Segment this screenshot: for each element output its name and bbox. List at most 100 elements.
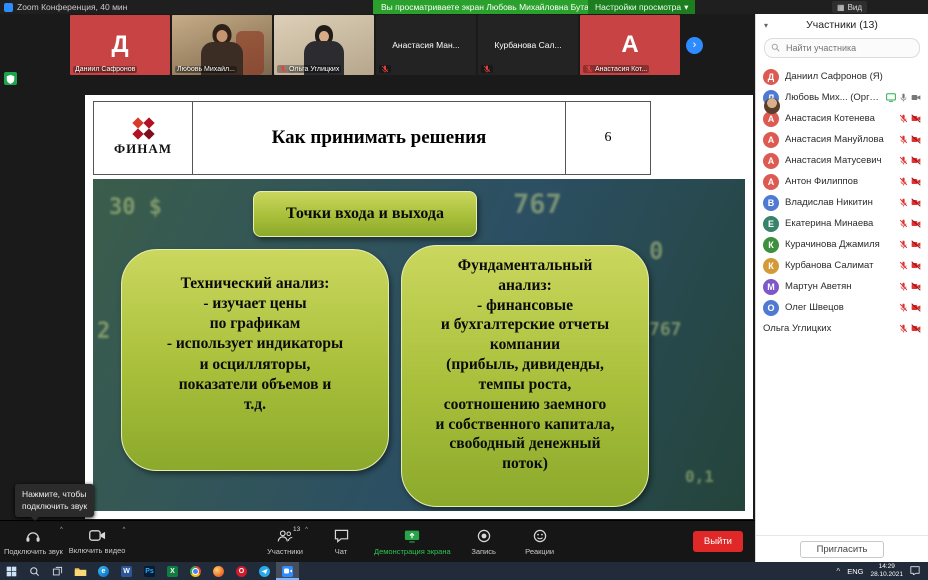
participant-row[interactable]: ООлег Швецов <box>763 297 921 318</box>
ticker-number: 2 <box>97 319 110 344</box>
start-button[interactable] <box>0 562 23 580</box>
photoshop-icon[interactable]: Ps <box>138 562 161 580</box>
view-button[interactable]: ▦ Вид <box>832 1 867 13</box>
chevron-up-icon[interactable]: ^ <box>60 527 63 533</box>
mic-status-icon <box>899 110 908 128</box>
chevron-up-icon[interactable]: ^ <box>305 527 308 533</box>
notification-center-icon[interactable] <box>910 565 920 577</box>
mic-status-icon <box>899 320 908 338</box>
firefox-icon[interactable] <box>207 562 230 580</box>
participant-name: Екатерина Минаева <box>785 218 893 229</box>
tray-chevron-up-icon[interactable]: ^ <box>836 567 840 576</box>
record-button[interactable]: Запись <box>461 521 507 563</box>
participant-row[interactable]: ДДаниил Сафронов (Я) <box>763 66 921 87</box>
taskbar-icons: eWPsX O <box>0 562 299 580</box>
participant-search-input[interactable] <box>784 42 908 54</box>
system-tray: ^ ENG 14:29 28.10.2021 <box>836 563 928 579</box>
participant-name: Даниил Сафронов (Я) <box>785 71 915 82</box>
participant-name: Даниил Сафронов <box>73 66 137 73</box>
start-video-button[interactable]: Включить видео ^ <box>69 521 126 563</box>
participant-row[interactable]: ААнастасия Котенева <box>763 108 921 129</box>
participant-name: Анастасия Матусевич <box>785 155 893 166</box>
word-icon[interactable]: W <box>115 562 138 580</box>
video-tile[interactable]: Любовь Михайл... <box>172 15 272 75</box>
participant-name: Ольга Углицких <box>277 65 341 73</box>
participants-panel-footer: Пригласить <box>756 535 928 562</box>
avatar: А <box>763 153 779 169</box>
video-tile[interactable]: Ольга Углицких <box>274 15 374 75</box>
chevron-up-icon[interactable]: ^ <box>123 527 126 533</box>
participant-row[interactable]: ММартун Аветян <box>763 276 921 297</box>
slide-page-number: 6 <box>565 102 650 174</box>
file-explorer-icon[interactable] <box>69 562 92 580</box>
edge-icon[interactable]: e <box>92 562 115 580</box>
avatar: К <box>763 237 779 253</box>
share-screen-button[interactable]: Демонстрация экрана <box>374 521 451 563</box>
camera-status-icon <box>911 215 921 233</box>
next-participants-button[interactable]: › <box>686 37 703 54</box>
chrome-icon[interactable] <box>184 562 207 580</box>
participants-list: ДДаниил Сафронов (Я)ЛЛюбовь Мих... (Орга… <box>756 64 928 535</box>
participant-status-icons <box>899 131 921 149</box>
ticker-number: 0 <box>649 237 663 265</box>
video-tile[interactable]: ДДаниил Сафронов <box>70 15 170 75</box>
record-icon <box>477 529 491 545</box>
search-icon <box>771 39 780 57</box>
participant-status-icons <box>886 89 921 107</box>
windows-taskbar: eWPsX O ^ ENG 14:29 28.10.2021 <box>0 562 928 580</box>
participant-name: Антон Филиппов <box>785 176 893 187</box>
zoom-taskbar-icon[interactable] <box>276 562 299 580</box>
participant-row[interactable]: А Анастасия Матусевич <box>763 150 921 171</box>
excel-icon[interactable]: X <box>161 562 184 580</box>
mic-status-icon <box>899 194 908 212</box>
chat-label: Чат <box>335 547 347 556</box>
task-view-icon[interactable] <box>46 562 69 580</box>
video-tile[interactable]: ААнастасия Кот... <box>580 15 680 75</box>
chat-button[interactable]: Чат <box>318 521 364 563</box>
participant-status-icons <box>899 278 921 296</box>
avatar: К <box>763 258 779 274</box>
ticker-number: 767 <box>513 189 562 220</box>
participant-row[interactable]: ААнтон Филиппов <box>763 171 921 192</box>
participant-row[interactable]: Ольга Углицких <box>763 318 921 339</box>
telegram-icon[interactable] <box>253 562 276 580</box>
viewing-banner-text: Вы просматриваете экран Любовь Михайловн… <box>381 2 603 12</box>
grid-icon: ▦ <box>837 3 845 12</box>
avatar: А <box>763 132 779 148</box>
ticker-number: 767 <box>649 319 682 340</box>
reactions-button[interactable]: Реакции <box>517 521 563 563</box>
chat-icon <box>334 529 349 545</box>
invite-button[interactable]: Пригласить <box>800 541 885 558</box>
taskbar-clock[interactable]: 14:29 28.10.2021 <box>870 563 903 579</box>
camera-status-icon <box>911 299 921 317</box>
participant-row[interactable]: ККурбанова Салимат <box>763 255 921 276</box>
taskbar-time: 14:29 <box>879 563 895 571</box>
participant-row[interactable]: ЛЛюбовь Мих... (Организатор) <box>763 87 921 108</box>
participants-button[interactable]: 13 Участники ^ <box>262 521 308 563</box>
participant-row[interactable]: ААнастасия Мануйлова <box>763 129 921 150</box>
participant-row[interactable]: ЕЕкатерина Минаева <box>763 213 921 234</box>
participant-name: Владислав Никитин <box>785 197 893 208</box>
view-settings-button[interactable]: Настройки просмотра ▾ <box>588 0 695 14</box>
participant-name: Ольга Углицких <box>763 323 893 334</box>
join-audio-button[interactable]: Подключить звук ^ <box>4 521 63 563</box>
participant-status-icons <box>899 173 921 191</box>
finam-logo-icon <box>134 119 153 138</box>
meeting-stage: ДДаниил СафроновЛюбовь Михайл... Ольга Уг… <box>0 14 755 562</box>
video-tile[interactable]: Курбанова Сал... <box>478 15 578 75</box>
participant-status-icons <box>899 152 921 170</box>
slide-photo-background: 0,17672076730 $ Точки входа и выхода Тех… <box>93 179 745 511</box>
chevron-down-icon[interactable]: ▾ <box>764 21 768 30</box>
view-button-label: Вид <box>848 3 862 12</box>
participants-count-badge: 13 <box>293 526 300 533</box>
opera-icon[interactable]: O <box>230 562 253 580</box>
participant-search[interactable] <box>764 38 920 58</box>
taskbar-search-icon[interactable] <box>23 562 46 580</box>
video-tile[interactable]: Анастасия Ман... <box>376 15 476 75</box>
language-indicator[interactable]: ENG <box>847 567 863 576</box>
participant-row[interactable]: ВВладислав Никитин <box>763 192 921 213</box>
camera-status-icon <box>911 320 921 338</box>
avatar: О <box>763 300 779 316</box>
leave-button[interactable]: Выйти <box>693 531 743 552</box>
participant-row[interactable]: ККурачинова Джамиля <box>763 234 921 255</box>
